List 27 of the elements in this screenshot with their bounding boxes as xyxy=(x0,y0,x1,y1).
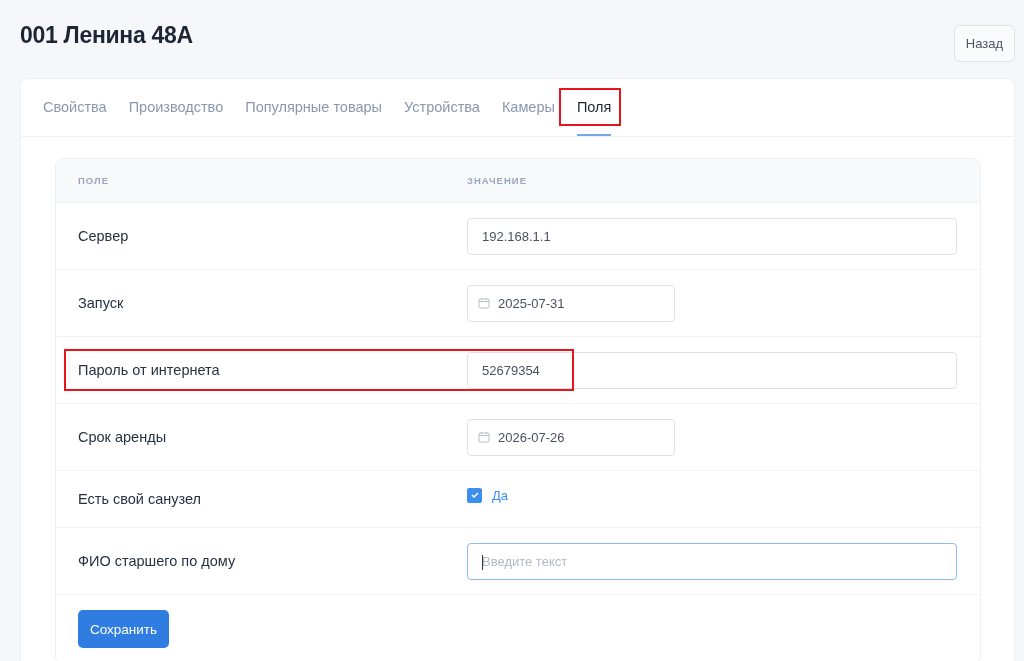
tab[interactable]: Популярные товары xyxy=(245,79,383,136)
input-field[interactable]: 192.168.1.1 xyxy=(467,217,957,255)
field-label: Пароль от интернета xyxy=(78,362,220,378)
field-label: ФИО старшего по дому xyxy=(78,553,236,569)
field-label: Срок аренды xyxy=(78,429,167,445)
date-field[interactable]: 2026-07-26 xyxy=(467,418,675,456)
tab[interactable]: Поля xyxy=(576,79,612,136)
input-field[interactable]: 52679354 xyxy=(467,351,957,389)
check-icon xyxy=(469,490,480,500)
field-label: Запуск xyxy=(78,295,124,311)
checkbox-label[interactable]: Да xyxy=(492,487,509,503)
checkbox[interactable] xyxy=(467,487,482,503)
tab[interactable]: Свойства xyxy=(43,79,107,136)
column-header: ПОЛЕ xyxy=(77,175,110,186)
date-field[interactable]: 2025-07-31 xyxy=(467,284,675,322)
field-label: Есть свой санузел xyxy=(78,491,202,507)
page-title: 001 Ленина 48А xyxy=(20,22,193,49)
calendar-icon xyxy=(478,297,490,309)
field-label: Сервер xyxy=(78,228,129,244)
calendar-icon xyxy=(478,431,490,443)
tab[interactable]: Производство xyxy=(128,79,224,136)
column-header: ЗНАЧЕНИЕ xyxy=(467,175,527,186)
tab[interactable]: Камеры xyxy=(501,79,555,136)
tab[interactable]: Устройства xyxy=(404,79,480,136)
back-button[interactable]: Назад xyxy=(953,25,1015,62)
highlight-frame xyxy=(558,88,622,126)
save-button[interactable]: Сохранить xyxy=(78,610,170,648)
